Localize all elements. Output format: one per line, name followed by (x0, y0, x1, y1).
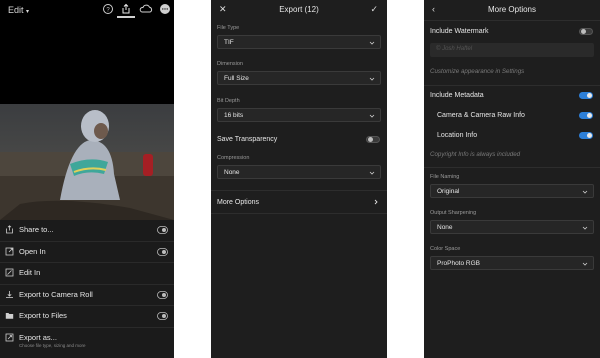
watermark-placeholder: © Josh Haftel (436, 46, 473, 52)
copyright-note: Copyright Info is always included (430, 151, 521, 158)
menu-item-sublabel: Choose file type, sizing and more (19, 342, 86, 348)
share-export-icon[interactable] (120, 3, 132, 15)
file-type-select[interactable]: TIF (217, 35, 381, 49)
chevron-down-icon (369, 41, 375, 45)
toggle-knob (587, 93, 592, 98)
share-icon (6, 225, 13, 234)
premium-badge-icon (157, 226, 168, 234)
menu-item-label: Edit In (19, 268, 41, 277)
menu-item-edit-in[interactable]: Edit In (0, 263, 174, 285)
dimension-label: Dimension (217, 61, 243, 67)
edit-label: Edit (8, 5, 24, 15)
share-panel: Edit ▾ ? Share to... Open In Edit In Exp… (0, 0, 174, 358)
location-info-label: Location Info (437, 132, 478, 139)
menu-item-label: Export as... (19, 332, 57, 342)
color-space-value: ProPhoto RGB (437, 260, 480, 267)
menu-item-share-to[interactable]: Share to... (0, 220, 174, 242)
edit-dropdown[interactable]: Edit ▾ (8, 5, 29, 15)
toggle-knob (368, 137, 373, 142)
divider (211, 213, 387, 214)
file-naming-value: Original (437, 188, 460, 195)
compression-select[interactable]: None (217, 165, 381, 179)
premium-badge-icon (157, 247, 168, 256)
menu-item-export-camera-roll[interactable]: Export to Camera Roll (0, 285, 174, 306)
file-type-value: TIF (224, 39, 234, 46)
divider (424, 167, 600, 168)
svg-text:?: ? (106, 7, 110, 13)
menu-item-label: Export to Files (19, 311, 67, 320)
chevron-down-icon (582, 262, 588, 266)
confirm-check-icon[interactable]: ✓ (370, 4, 378, 15)
location-info-toggle[interactable] (579, 132, 593, 139)
edit-in-icon (5, 268, 14, 277)
more-options-row[interactable]: More Options (211, 191, 387, 213)
more-options-panel: ‹ More Options Include Watermark © Josh … (424, 0, 600, 358)
bit-depth-label: Bit Depth (217, 98, 240, 104)
chevron-down-icon (582, 226, 588, 230)
chevron-down-icon (582, 190, 588, 194)
output-sharpening-label: Output Sharpening (430, 210, 477, 216)
watermark-text-field: © Josh Haftel (430, 43, 594, 57)
divider (424, 85, 600, 86)
file-naming-label: File Naming (430, 174, 460, 180)
save-transparency-label: Save Transparency (217, 136, 278, 143)
menu-item-label: Share to... (19, 225, 54, 234)
compression-label: Compression (217, 155, 250, 161)
menu-item-export-files[interactable]: Export to Files (0, 306, 174, 328)
toggle-knob (581, 29, 586, 34)
bit-depth-value: 16 bits (224, 112, 244, 119)
include-watermark-label: Include Watermark (430, 28, 489, 35)
compression-value: None (224, 169, 240, 176)
top-black-area (0, 0, 174, 104)
customize-note[interactable]: Customize appearance in Settings (430, 68, 524, 75)
export-header: ✕ Export (12) ✓ (211, 0, 387, 20)
page-title: Export (12) (279, 5, 319, 14)
cloud-sync-icon[interactable] (139, 3, 153, 15)
open-in-icon (5, 247, 14, 255)
folder-icon (5, 313, 14, 319)
file-type-label: File Type (217, 25, 240, 31)
dimension-value: Full Size (224, 75, 249, 82)
bit-depth-select[interactable]: 16 bits (217, 108, 381, 122)
toggle-knob (587, 133, 592, 138)
camera-raw-info-toggle[interactable] (579, 112, 593, 119)
premium-badge-icon (157, 312, 168, 320)
include-metadata-toggle[interactable] (579, 92, 593, 99)
color-space-label: Color Space (430, 246, 461, 252)
menu-item-label: Export to Camera Roll (19, 289, 93, 299)
divider (424, 20, 600, 21)
toggle-knob (587, 113, 592, 118)
file-naming-select[interactable]: Original (430, 184, 594, 198)
caret-down-icon: ▾ (26, 9, 30, 15)
export-as-icon (5, 333, 14, 341)
color-space-select[interactable]: ProPhoto RGB (430, 256, 594, 270)
export-panel: ✕ Export (12) ✓ File Type TIF Dimension … (211, 0, 387, 358)
menu-item-export-as[interactable]: Export as... Choose file type, sizing an… (0, 328, 174, 354)
more-options-label: More Options (217, 199, 260, 206)
camera-roll-icon (6, 290, 13, 298)
menu-item-label: Open In (19, 246, 46, 256)
more-options-header: ‹ More Options (424, 0, 600, 20)
more-icon[interactable] (159, 3, 171, 15)
photo-preview (0, 104, 174, 220)
save-transparency-toggle[interactable] (366, 136, 380, 143)
chevron-down-icon (369, 77, 375, 81)
include-metadata-label: Include Metadata (430, 92, 484, 99)
camera-raw-info-label: Camera & Camera Raw Info (437, 112, 525, 119)
output-sharpening-select[interactable]: None (430, 220, 594, 234)
help-icon[interactable]: ? (102, 3, 114, 15)
output-sharpening-value: None (437, 224, 453, 231)
page-title: More Options (487, 5, 537, 14)
dimension-select[interactable]: Full Size (217, 71, 381, 85)
premium-badge-icon (157, 290, 168, 299)
chevron-down-icon (369, 114, 375, 118)
chevron-right-icon (374, 199, 378, 205)
include-watermark-toggle[interactable] (579, 28, 593, 35)
share-menu: Share to... Open In Edit In Export to Ca… (0, 220, 174, 354)
chevron-down-icon (369, 171, 375, 175)
menu-item-open-in[interactable]: Open In (0, 242, 174, 263)
